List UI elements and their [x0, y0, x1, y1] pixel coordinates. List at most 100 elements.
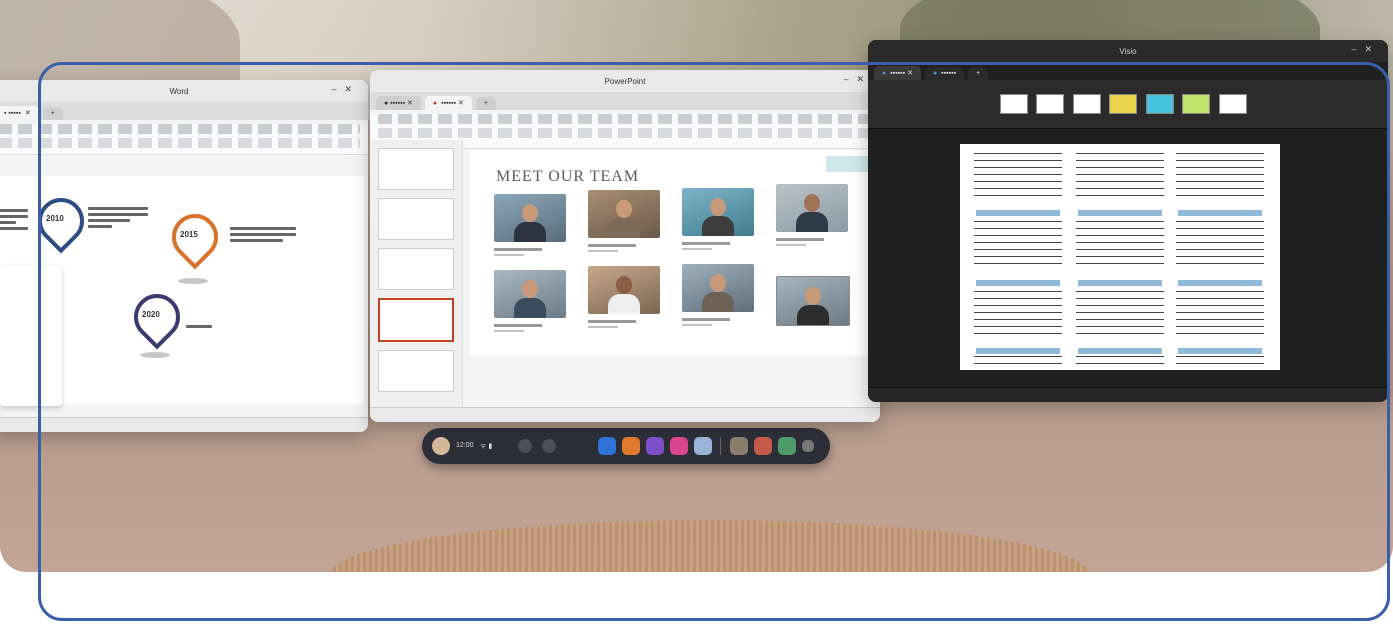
- browser-tab-active[interactable]: ● ▪▪▪▪▪▪ ✕: [874, 66, 921, 80]
- team-photo[interactable]: [776, 184, 848, 232]
- block-header: [1178, 348, 1262, 354]
- floor-platform: [330, 520, 1090, 572]
- caption-line: [494, 324, 542, 327]
- shape-style-swatch[interactable]: [1218, 94, 1247, 114]
- browser-tab[interactable]: ● ▪▪▪▪▪▪ ✕: [376, 96, 421, 110]
- notifications-icon[interactable]: [518, 439, 532, 453]
- browser-app-icon[interactable]: [694, 437, 712, 455]
- divider: [720, 437, 721, 455]
- avatar[interactable]: [432, 437, 450, 455]
- shape-style-swatch[interactable]: [1109, 94, 1138, 114]
- team-photo[interactable]: [588, 266, 660, 314]
- browser-tab-active[interactable]: ● ▪▪▪▪▪▪ ✕: [424, 96, 472, 110]
- diagram-block[interactable]: [1176, 356, 1264, 370]
- text-block: [186, 322, 212, 331]
- shape-style-swatch[interactable]: [1145, 94, 1174, 114]
- diagram-block[interactable]: [1076, 218, 1164, 270]
- text-block: [88, 204, 148, 231]
- powerpoint-status-bar: [370, 407, 880, 422]
- team-photo[interactable]: [494, 270, 566, 318]
- slide-thumbnail-selected[interactable]: [378, 298, 454, 342]
- app-icon[interactable]: [670, 437, 688, 455]
- diagram-block[interactable]: [974, 356, 1062, 370]
- slide-thumbnail[interactable]: [378, 148, 454, 190]
- team-photo-selected[interactable]: [776, 276, 850, 326]
- caption-line: [682, 324, 712, 326]
- caption-line: [776, 238, 824, 241]
- diagram-block[interactable]: [1176, 288, 1264, 340]
- teams-app-icon[interactable]: [646, 437, 664, 455]
- app-icon[interactable]: [778, 437, 796, 455]
- powerpoint-tabbar: ● ▪▪▪▪▪▪ ✕ ● ▪▪▪▪▪▪ ✕ +: [370, 92, 880, 110]
- shape-style-swatch[interactable]: [1072, 94, 1101, 114]
- app-icon[interactable]: [730, 437, 748, 455]
- word-app-icon[interactable]: [598, 437, 616, 455]
- diagram-block[interactable]: [1176, 218, 1264, 270]
- shape-style-swatch[interactable]: [1000, 94, 1028, 114]
- caption-line: [588, 326, 618, 328]
- accent-shape: [826, 156, 870, 172]
- side-panel[interactable]: [0, 266, 62, 406]
- wifi-icon[interactable]: ᯤ ▮: [480, 442, 492, 451]
- diagram-block[interactable]: [974, 150, 1062, 202]
- block-header: [1078, 210, 1162, 216]
- slide-thumbnail[interactable]: [378, 248, 454, 290]
- visio-title: Visio: [1119, 46, 1137, 56]
- word-ribbon[interactable]: [0, 124, 368, 155]
- caption-line: [682, 242, 730, 245]
- window-controls[interactable]: –✕: [1351, 44, 1380, 55]
- diagram-block[interactable]: [974, 218, 1062, 270]
- diagram-block[interactable]: [974, 288, 1062, 340]
- slide-title: MEET OUR TEAM: [496, 168, 640, 185]
- slide-thumbnail[interactable]: [378, 198, 454, 240]
- settings-icon[interactable]: [542, 439, 556, 453]
- powerpoint-window[interactable]: PowerPoint –✕ ● ▪▪▪▪▪▪ ✕ ● ▪▪▪▪▪▪ ✕ + ME…: [370, 70, 880, 422]
- diagram-block[interactable]: [1076, 356, 1164, 370]
- new-tab-button[interactable]: +: [968, 67, 989, 80]
- team-photo[interactable]: [682, 188, 754, 236]
- word-title: Word: [169, 86, 189, 96]
- team-photo[interactable]: [588, 190, 660, 238]
- block-header: [976, 348, 1060, 354]
- pin-label: 2010: [46, 214, 64, 223]
- visio-status-bar: [868, 387, 1388, 402]
- powerpoint-app-icon[interactable]: [622, 437, 640, 455]
- word-titlebar: Word –✕: [0, 80, 368, 102]
- slide-canvas[interactable]: MEET OUR TEAM: [470, 150, 870, 356]
- block-header: [1178, 280, 1262, 286]
- word-window[interactable]: Word –✕ ▪ ▪▪▪▪▪ ✕ + 2010 2015 2020: [0, 80, 368, 432]
- caption-line: [588, 244, 636, 247]
- window-controls[interactable]: –✕: [331, 84, 360, 95]
- browser-tab[interactable]: ● ▪▪▪▪▪▪: [924, 67, 965, 80]
- app-icon[interactable]: [754, 437, 772, 455]
- word-tab[interactable]: ▪ ▪▪▪▪▪ ✕: [0, 106, 39, 120]
- visio-window[interactable]: Visio –✕ ● ▪▪▪▪▪▪ ✕ ● ▪▪▪▪▪▪ +: [868, 40, 1388, 402]
- pin-shadow: [178, 278, 208, 284]
- slide-thumbnails-pane[interactable]: [370, 140, 463, 408]
- new-tab-button[interactable]: +: [42, 107, 63, 120]
- shape-style-swatch[interactable]: [1182, 94, 1211, 114]
- diagram-block[interactable]: [1076, 150, 1164, 202]
- caption-line: [494, 330, 524, 332]
- new-tab-button[interactable]: +: [475, 97, 496, 110]
- block-header: [1078, 280, 1162, 286]
- diagram-block[interactable]: [1176, 150, 1264, 202]
- powerpoint-titlebar: PowerPoint –✕: [370, 70, 880, 92]
- visio-titlebar: Visio –✕: [868, 40, 1388, 62]
- caption-line: [682, 248, 712, 250]
- pin-shadow: [140, 352, 170, 358]
- block-header: [976, 210, 1060, 216]
- diagram-block[interactable]: [1076, 288, 1164, 340]
- text-block: [0, 206, 28, 233]
- caption-line: [776, 244, 806, 246]
- team-photo[interactable]: [494, 194, 566, 242]
- team-photo[interactable]: [682, 264, 754, 312]
- grid-menu-icon[interactable]: [802, 440, 814, 452]
- system-taskbar[interactable]: 12:00 ᯤ ▮: [422, 428, 830, 464]
- diagram-canvas[interactable]: [960, 144, 1280, 370]
- slide-thumbnail[interactable]: [378, 350, 454, 392]
- visio-ribbon[interactable]: [868, 80, 1388, 129]
- caption-line: [588, 250, 618, 252]
- shape-style-swatch[interactable]: [1036, 94, 1065, 114]
- caption-line: [588, 320, 636, 323]
